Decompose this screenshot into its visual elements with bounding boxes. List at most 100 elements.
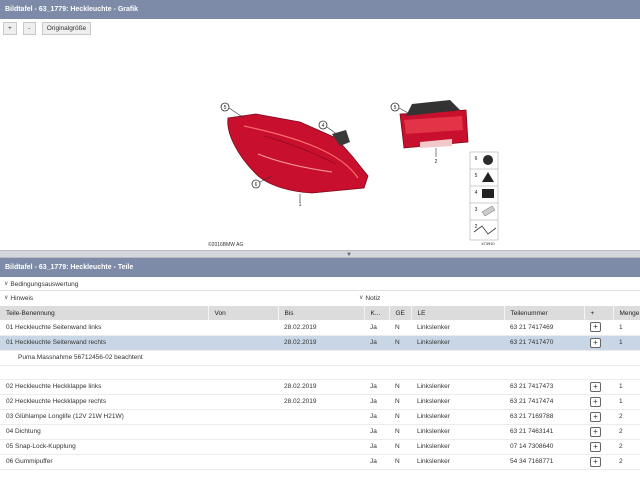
add-to-cart-cell: + [584,424,613,440]
part-name-cell: 06 Gummipuffer [0,454,208,470]
quantity-cell: 1 [613,320,640,336]
part-number-cell: 63 21 7169788 [504,409,584,425]
original-size-button[interactable]: Originalgröße [41,22,92,35]
inline-note-text: Puma Massnahme 56712456-02 beachtent [0,350,640,366]
part-number-cell: 63 21 7417470 [504,335,584,351]
quantity-cell: 2 [613,439,640,455]
le-cell: Linkslenker [411,424,504,440]
part-number-cell: 07 14 7308640 [504,439,584,455]
add-to-cart-button[interactable]: + [590,411,601,422]
quantity-cell: 2 [613,424,640,440]
k-cell: Ja [364,379,389,395]
add-to-cart-button[interactable]: + [590,337,601,348]
add-to-cart-button[interactable]: + [590,426,601,437]
le-cell: Linkslenker [411,335,504,351]
to-date-cell: 28.02.2019 [278,394,364,410]
zoom-in-button[interactable]: + [3,22,17,35]
inline-note-row: Puma Massnahme 56712456-02 beachtent [0,350,640,366]
hint-label: Hinweis [10,295,34,302]
parts-table: Teile-Benennung Von Bis K... GE LE Teile… [0,306,640,470]
quantity-cell: 1 [613,379,640,395]
to-date-cell: 28.02.2019 [278,320,364,336]
to-date-cell [278,439,364,455]
small-part-number: 6 [475,156,478,162]
panel-splitter[interactable]: ▼ [0,250,640,258]
column-header-part-number[interactable]: Teilenummer [504,306,585,320]
callout-label: 6 [255,182,258,188]
table-row[interactable]: 03 Glühlampe Longlife (12V 21W H21W) Ja N L… [0,409,640,425]
parts-diagram-svg: 5 4 6 1 5 2 6 5 4 3 2 473910 ©2016BMW AG [208,100,499,248]
column-header-from[interactable]: Von [208,306,279,320]
from-date-cell [208,394,278,410]
add-to-cart-button[interactable]: + [590,322,601,333]
part-name-cell: 01 Heckleuchte Seitenwand rechts [0,335,208,351]
small-part-number: 2 [475,224,478,230]
ge-cell: N [389,379,411,395]
quantity-cell: 1 [613,335,640,351]
add-to-cart-button[interactable]: + [590,381,601,392]
spacer-row [0,365,640,380]
column-header-ge[interactable]: GE [389,306,412,320]
zoom-out-button[interactable]: - [22,22,36,35]
parts-diagram[interactable]: 5 4 6 1 5 2 6 5 4 3 2 473910 ©2016BMW AG [0,36,640,250]
callout-label: 1 [299,202,302,208]
to-date-cell: 28.02.2019 [278,379,364,395]
small-parts-legend: 6 5 4 3 2 473910 [469,151,499,246]
table-row[interactable]: 02 Heckleuchte Heckklappe links 28.02.201… [0,379,640,395]
part-number-cell: 63 21 7463141 [504,424,584,440]
column-header-quantity[interactable]: Menge [613,306,640,320]
note-section[interactable]: ∨ Notiz [357,292,640,305]
graphic-toolbar: + - Originalgröße [3,22,92,36]
quantity-cell: 2 [613,454,640,470]
ge-cell: N [389,409,411,425]
quantity-cell: 2 [613,409,640,425]
part-name-cell: 04 Dichtung [0,424,208,440]
to-date-cell [278,409,364,425]
k-cell: Ja [364,424,389,440]
conditions-section[interactable]: ∨ Bedingungsauswertung [0,278,640,291]
le-cell: Linkslenker [411,439,504,455]
add-to-cart-cell: + [584,394,613,410]
tail-lamp-side-panel-drawing[interactable] [227,113,369,202]
part-name-cell: 03 Glühlampe Longlife (12V 21W H21W) [0,409,208,425]
from-date-cell [208,424,278,440]
column-header-name[interactable]: Teile-Benennung [0,306,209,320]
callout-label: 5 [224,105,227,111]
table-row[interactable]: 02 Heckleuchte Heckklappe rechts 28.02.20… [0,394,640,410]
column-header-to[interactable]: Bis [278,306,365,320]
part-name-cell: 02 Heckleuchte Heckklappe rechts [0,394,208,410]
add-to-cart-button[interactable]: + [590,396,601,407]
part-name-cell: 01 Heckleuchte Seitenwand links [0,320,208,336]
from-date-cell [208,335,278,351]
graphic-panel-title: Bildtafel - 63_1779: Heckleuchte - Grafi… [0,0,640,19]
note-label: Notiz [365,295,381,302]
ge-cell: N [389,439,411,455]
k-cell: Ja [364,320,389,336]
parts-panel-title: Bildtafel - 63_1779: Heckleuchte - Teile [0,258,640,277]
k-cell: Ja [364,335,389,351]
callout-label: 5 [394,105,397,111]
table-row[interactable]: 01 Heckleuchte Seitenwand rechts 28.02.20… [0,335,640,351]
add-to-cart-cell: + [584,320,613,336]
table-row[interactable]: 01 Heckleuchte Seitenwand links 28.02.201… [0,320,640,336]
k-cell: Ja [364,409,389,425]
ge-cell: N [389,394,411,410]
column-header-le[interactable]: LE [411,306,505,320]
le-cell: Linkslenker [411,409,504,425]
le-cell: Linkslenker [411,394,504,410]
ge-cell: N [389,424,411,440]
part-number-cell: 63 21 7417469 [504,320,584,336]
add-to-cart-button[interactable]: + [590,441,601,452]
chevron-down-icon: ∨ [4,281,9,287]
conditions-label: Bedingungsauswertung [10,281,79,288]
table-row[interactable]: 04 Dichtung Ja N Linkslenker 63 21 7463141 +2 [0,424,640,440]
table-row[interactable]: 05 Snap-Lock-Kupplung Ja N Linkslenker 07 14… [0,439,640,455]
column-header-add[interactable]: + [584,306,614,320]
table-header-row: Teile-Benennung Von Bis K... GE LE Teile… [0,306,640,320]
add-to-cart-button[interactable]: + [590,456,601,467]
table-row[interactable]: 06 Gummipuffer Ja N Linkslenker 54 34 716877… [0,454,640,470]
image-number: 473910 [481,241,495,246]
column-header-k[interactable]: K... [364,306,390,320]
part-number-cell: 54 34 7168771 [504,454,584,470]
tail-lamp-tailgate-drawing[interactable] [399,100,469,149]
